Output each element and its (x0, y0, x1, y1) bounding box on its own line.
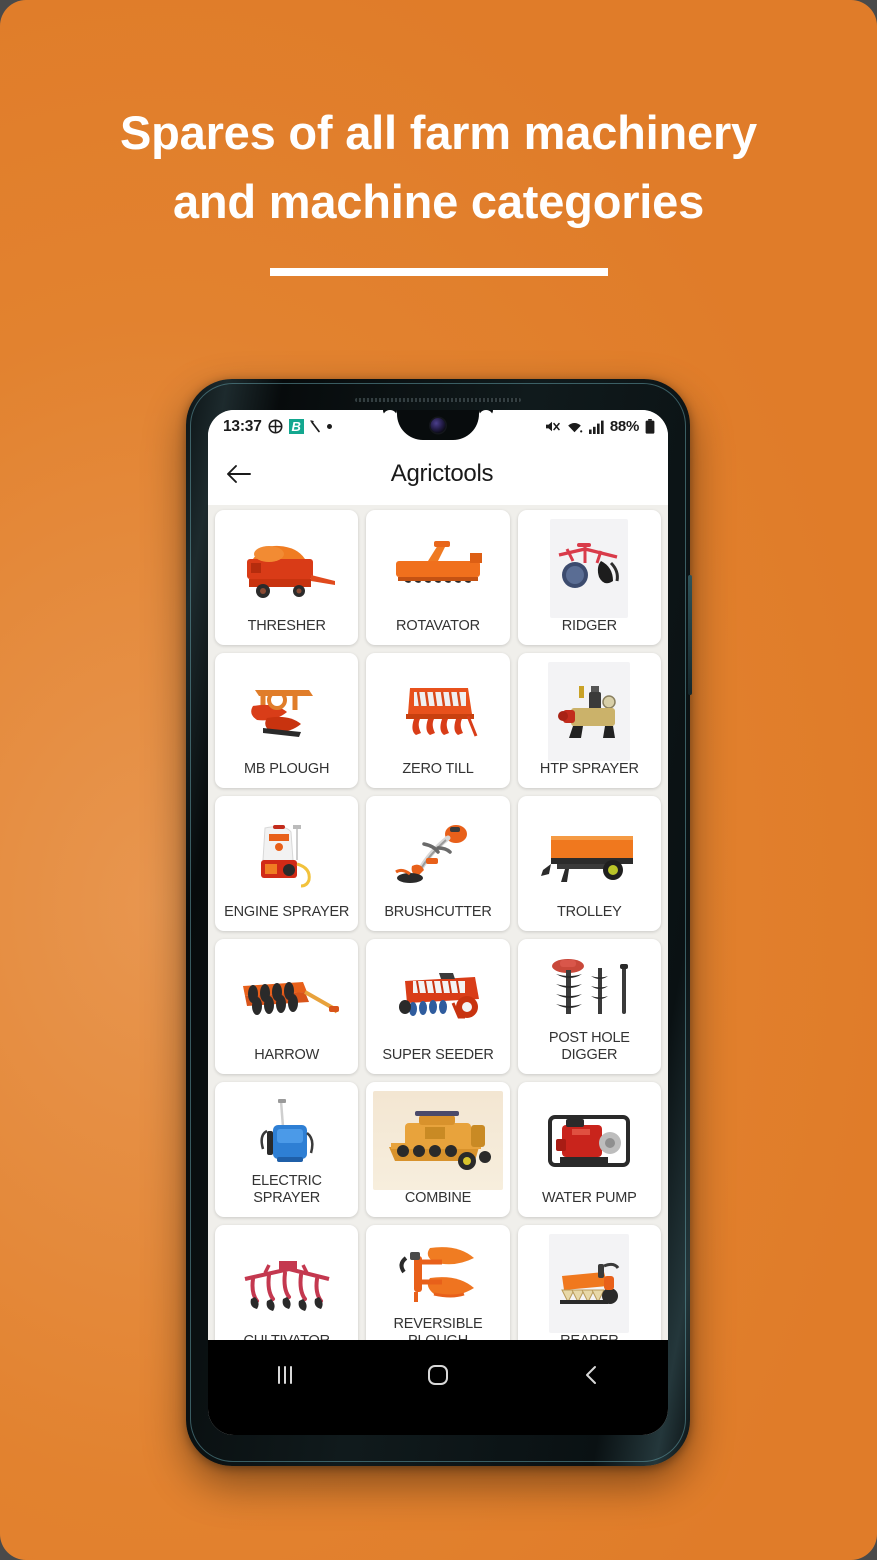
htp-sprayer-icon (548, 662, 631, 761)
page-title: Agrictools (390, 460, 494, 487)
tile-label: ROTAVATOR (396, 618, 480, 634)
battery-icon (645, 419, 655, 434)
category-tile-mb-plough[interactable]: MB PLOUGH (215, 653, 359, 788)
super-seeder-icon (370, 948, 505, 1047)
grid-row: ELECTRIC SPRAYER COMBINE WATER PUMP (215, 1082, 661, 1217)
tile-label: HTP SPRAYER (539, 761, 639, 777)
tile-label: THRESHER (247, 618, 326, 634)
screenshot-canvas: Spares of all farm machinery and machine… (0, 0, 877, 1560)
tile-label: POST HOLE DIGGER (548, 1030, 630, 1063)
status-clock: 13:37 (223, 417, 262, 435)
wifi-icon (566, 420, 583, 434)
brushcutter-icon (370, 805, 505, 904)
category-tile-trolley[interactable]: TROLLEY (517, 796, 661, 931)
tile-label: ZERO TILL (402, 761, 474, 777)
dot-icon (326, 424, 332, 429)
category-tile-htp-sprayer[interactable]: HTP SPRAYER (517, 653, 661, 788)
cultivator-icon (219, 1234, 354, 1333)
promo-headline: Spares of all farm machinery and machine… (0, 98, 877, 236)
app-bar: Agrictools (208, 443, 668, 505)
ridger-icon (550, 519, 629, 618)
harrow-icon (219, 948, 354, 1047)
thresher-icon (219, 519, 354, 618)
phone-mockup: 13:37 B 88% Agrictools THRESHER ROTAVATO… (186, 379, 692, 1466)
grid-badge-icon (268, 419, 283, 434)
tile-label: CULTIVATOR (219, 1333, 354, 1340)
tile-label: BRUSHCUTTER (384, 904, 492, 920)
category-tile-combine[interactable]: COMBINE (366, 1082, 510, 1217)
category-tile-zero-till[interactable]: ZERO TILL (366, 653, 510, 788)
grid-row: MB PLOUGH ZERO TILL HTP SPRAYER (215, 653, 661, 788)
category-tile-ridger[interactable]: RIDGER (517, 510, 661, 645)
electric-sprayer-icon (219, 1091, 354, 1173)
engine-sprayer-icon (219, 805, 354, 904)
category-tile-engine-sprayer[interactable]: ENGINE SPRAYER (215, 796, 359, 931)
reaper-icon (549, 1234, 630, 1333)
tile-label: REVERSIBLE PLOUGH (393, 1316, 483, 1340)
tile-label: ENGINE SPRAYER (224, 904, 350, 920)
mb-plough-icon (219, 662, 354, 761)
tile-label: COMBINE (404, 1190, 472, 1206)
water-pump-icon (522, 1091, 657, 1190)
zero-till-icon (370, 662, 505, 761)
back-arrow-icon[interactable] (208, 463, 268, 485)
recents-icon[interactable] (250, 1358, 320, 1392)
combine-icon (372, 1091, 503, 1190)
category-tile-rotavator[interactable]: ROTAVATOR (366, 510, 510, 645)
grid-row: ENGINE SPRAYER BRUSHCUTTER TROLLEY (215, 796, 661, 931)
power-button[interactable] (688, 575, 692, 695)
category-tile-post-hole-digger[interactable]: POST HOLE DIGGER (517, 939, 661, 1074)
tile-label: ELECTRIC SPRAYER (251, 1173, 322, 1206)
headline-line-2: and machine categories (172, 175, 705, 228)
status-bar-left: 13:37 B (223, 418, 332, 436)
reversible-plough-icon (370, 1234, 505, 1316)
headline-divider (270, 268, 608, 276)
battery-percent: 88% (609, 418, 639, 435)
tile-label: REAPER (522, 1333, 657, 1340)
post-hole-digger-icon (522, 948, 657, 1030)
headline-line-1: Spares of all farm machinery (119, 106, 757, 159)
category-tile-water-pump[interactable]: WATER PUMP (517, 1082, 661, 1217)
promo-banner: Spares of all farm machinery and machine… (0, 0, 877, 1560)
grid-row: CULTIVATOR (215, 1225, 661, 1340)
b-app-icon: B (288, 419, 304, 434)
tile-label: WATER PUMP (541, 1190, 637, 1206)
rotavator-icon (370, 519, 505, 618)
earpiece-speaker (355, 398, 521, 402)
front-camera-icon (430, 418, 446, 433)
trolley-icon (522, 805, 657, 904)
category-tile-electric-sprayer[interactable]: ELECTRIC SPRAYER (215, 1082, 359, 1217)
category-tile-harrow[interactable]: HARROW (215, 939, 359, 1074)
category-tile-cultivator[interactable]: CULTIVATOR (215, 1225, 359, 1340)
grid-row: HARROW SUPER SEEDER POST HOLE DIGGER (215, 939, 661, 1074)
tile-label: HARROW (254, 1047, 320, 1063)
signal-icon (588, 420, 604, 434)
category-tile-brushcutter[interactable]: BRUSHCUTTER (366, 796, 510, 931)
tile-label: RIDGER (561, 618, 617, 634)
category-tile-reaper[interactable]: REAPER (517, 1225, 661, 1340)
back-icon[interactable] (556, 1358, 626, 1392)
mute-icon (544, 419, 560, 434)
tile-label: SUPER SEEDER (382, 1047, 494, 1063)
category-tile-super-seeder[interactable]: SUPER SEEDER (366, 939, 510, 1074)
category-grid[interactable]: THRESHER ROTAVATOR RIDGER MB PLOUGH ZERO… (208, 505, 668, 1340)
tile-label: TROLLEY (556, 904, 622, 920)
home-icon[interactable] (403, 1358, 473, 1392)
status-bar-right: 88% (544, 418, 655, 435)
slash-icon (309, 419, 321, 434)
category-tile-reversible-plough[interactable]: REVERSIBLE PLOUGH (366, 1225, 510, 1340)
android-nav-bar (208, 1340, 668, 1435)
category-tile-thresher[interactable]: THRESHER (215, 510, 359, 645)
grid-row: THRESHER ROTAVATOR RIDGER (215, 510, 661, 645)
tile-label: MB PLOUGH (244, 761, 330, 777)
phone-screen: 13:37 B 88% Agrictools THRESHER ROTAVATO… (208, 410, 668, 1435)
